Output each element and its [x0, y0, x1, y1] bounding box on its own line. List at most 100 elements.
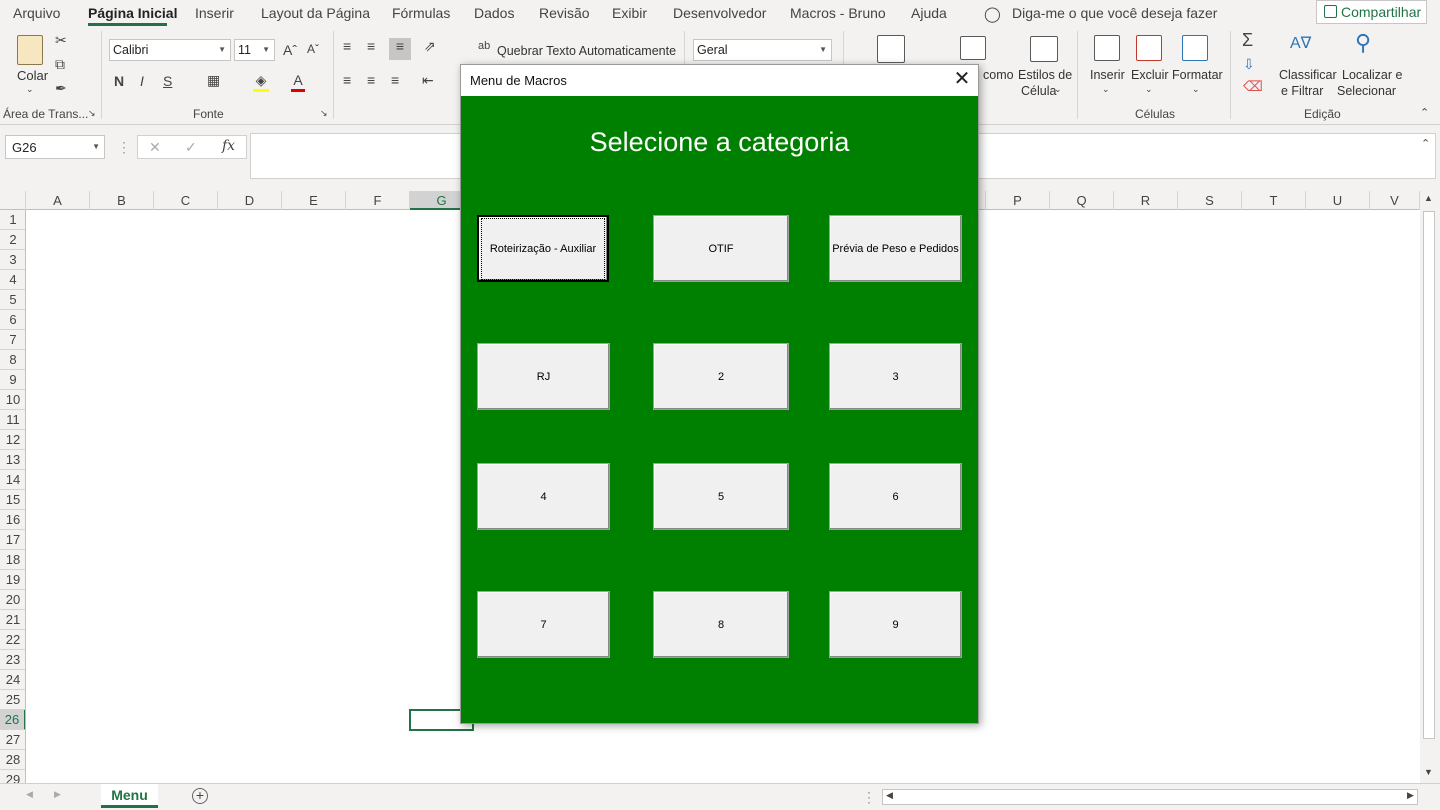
column-header[interactable]: F [346, 191, 410, 210]
align-bottom-icon[interactable]: ≡ [389, 38, 411, 60]
insert-function-icon[interactable]: fx [222, 138, 235, 154]
expand-formula-icon[interactable]: ⌃ [1421, 137, 1430, 150]
scroll-up-icon[interactable]: ▲ [1424, 193, 1433, 203]
tab-formulas[interactable]: Fórmulas [392, 5, 450, 21]
scroll-right-icon[interactable]: ▶ [1407, 790, 1414, 801]
column-header[interactable]: C [154, 191, 218, 210]
chevron-down-icon[interactable]: ⌄ [1145, 84, 1153, 95]
tab-ajuda[interactable]: Ajuda [911, 5, 947, 21]
tab-desenvolvedor[interactable]: Desenvolvedor [673, 5, 766, 21]
cell-styles-label-1[interactable]: Estilos de [1018, 68, 1072, 82]
row-header[interactable]: 24 [0, 670, 25, 690]
scroll-left-icon[interactable]: ◀ [26, 789, 33, 800]
row-header[interactable]: 10 [0, 390, 25, 410]
paste-dropdown-icon[interactable]: ⌄ [26, 84, 34, 95]
row-header[interactable]: 27 [0, 730, 25, 750]
macro-button-4[interactable]: 4 [477, 463, 610, 530]
row-header[interactable]: 4 [0, 270, 25, 290]
macro-button-3[interactable]: 3 [829, 343, 962, 410]
tab-dados[interactable]: Dados [474, 5, 514, 21]
macro-button-9[interactable]: 9 [829, 591, 962, 658]
tab-layout[interactable]: Layout da Página [261, 5, 370, 21]
dialog-titlebar[interactable]: Menu de Macros ✕ [461, 65, 978, 96]
chevron-down-icon[interactable]: ⌄ [1102, 84, 1110, 95]
cell-styles-label-2[interactable]: Célula [1021, 84, 1056, 98]
row-header[interactable]: 13 [0, 450, 25, 470]
column-header[interactable]: V [1370, 191, 1420, 210]
fill-icon[interactable]: ⇩ [1243, 56, 1255, 73]
row-header[interactable]: 5 [0, 290, 25, 310]
vertical-scrollbar[interactable]: ▲ ▼ [1420, 191, 1440, 783]
scroll-right-icon[interactable]: ▶ [54, 789, 61, 800]
row-header[interactable]: 28 [0, 750, 25, 770]
grow-font-icon[interactable]: Aˆ [283, 42, 297, 58]
copy-icon[interactable]: ⧉ [55, 56, 65, 73]
macro-button-rj[interactable]: RJ [477, 343, 610, 410]
name-box[interactable]: G26 ▼ [5, 135, 105, 159]
delete-cells-icon[interactable] [1136, 35, 1162, 61]
share-button[interactable]: Compartilhar [1316, 0, 1427, 24]
tell-me-search[interactable]: Diga-me o que você deseja fazer [1012, 5, 1217, 21]
close-icon[interactable]: ✕ [946, 65, 978, 96]
sort-filter-label-2[interactable]: e Filtrar [1281, 84, 1323, 98]
borders-icon[interactable]: ▦ [207, 72, 220, 89]
row-header[interactable]: 8 [0, 350, 25, 370]
font-name-combo[interactable]: Calibri ▼ [109, 39, 231, 61]
row-header[interactable]: 18 [0, 550, 25, 570]
row-header[interactable]: 17 [0, 530, 25, 550]
bold-icon[interactable]: N [114, 73, 124, 89]
tab-arquivo[interactable]: Arquivo [13, 5, 60, 21]
column-header[interactable]: U [1306, 191, 1370, 210]
column-header[interactable]: P [986, 191, 1050, 210]
tab-pagina-inicial[interactable]: Página Inicial [88, 5, 177, 21]
macro-button-6[interactable]: 6 [829, 463, 962, 530]
select-all-corner[interactable] [0, 191, 26, 210]
paste-icon[interactable] [17, 35, 43, 65]
collapse-ribbon-icon[interactable]: ⌃ [1420, 106, 1429, 119]
orientation-icon[interactable]: ⇗ [424, 38, 436, 55]
align-right-icon[interactable]: ≡ [391, 72, 399, 88]
conditional-formatting-icon[interactable] [877, 35, 905, 63]
insert-cells-label[interactable]: Inserir [1090, 68, 1125, 82]
enter-icon[interactable]: ✓ [185, 139, 197, 156]
column-header[interactable]: T [1242, 191, 1306, 210]
insert-cells-icon[interactable] [1094, 35, 1120, 61]
row-header[interactable]: 26 [0, 710, 25, 730]
row-header[interactable]: 19 [0, 570, 25, 590]
row-header[interactable]: 3 [0, 250, 25, 270]
chevron-down-icon[interactable]: ⌄ [1054, 84, 1062, 95]
align-top-icon[interactable]: ≡ [343, 38, 351, 54]
tab-macros[interactable]: Macros - Bruno [790, 5, 886, 21]
row-header[interactable]: 1 [0, 210, 25, 230]
row-header[interactable]: 9 [0, 370, 25, 390]
macro-button-roteirizacao[interactable]: Roteirização - Auxiliar [477, 215, 609, 282]
format-cells-icon[interactable] [1182, 35, 1208, 61]
macro-button-5[interactable]: 5 [653, 463, 789, 530]
macro-button-7[interactable]: 7 [477, 591, 610, 658]
column-header[interactable]: E [282, 191, 346, 210]
row-header[interactable]: 20 [0, 590, 25, 610]
align-middle-icon[interactable]: ≡ [367, 38, 375, 54]
delete-cells-label[interactable]: Excluir [1131, 68, 1169, 82]
sheet-tab-menu[interactable]: Menu [101, 784, 158, 808]
row-header[interactable]: 11 [0, 410, 25, 430]
row-header[interactable]: 6 [0, 310, 25, 330]
format-as-table-icon[interactable] [960, 36, 986, 60]
wrap-text-button[interactable]: Quebrar Texto Automaticamente [497, 44, 676, 58]
tab-inserir[interactable]: Inserir [195, 5, 234, 21]
column-header[interactable]: Q [1050, 191, 1114, 210]
macro-button-2[interactable]: 2 [653, 343, 789, 410]
shrink-font-icon[interactable]: Aˇ [307, 42, 319, 56]
macro-button-otif[interactable]: OTIF [653, 215, 789, 282]
column-header[interactable]: B [90, 191, 154, 210]
row-header[interactable]: 12 [0, 430, 25, 450]
row-header[interactable]: 23 [0, 650, 25, 670]
column-header[interactable]: A [26, 191, 90, 210]
row-header[interactable]: 29 [0, 770, 25, 783]
tab-exibir[interactable]: Exibir [612, 5, 647, 21]
font-launcher-icon[interactable]: ↘ [320, 108, 328, 119]
paste-label[interactable]: Colar [17, 68, 48, 83]
column-header[interactable]: D [218, 191, 282, 210]
chevron-down-icon[interactable]: ⌄ [1192, 84, 1200, 95]
fill-color-icon[interactable]: ◈ [253, 72, 269, 92]
